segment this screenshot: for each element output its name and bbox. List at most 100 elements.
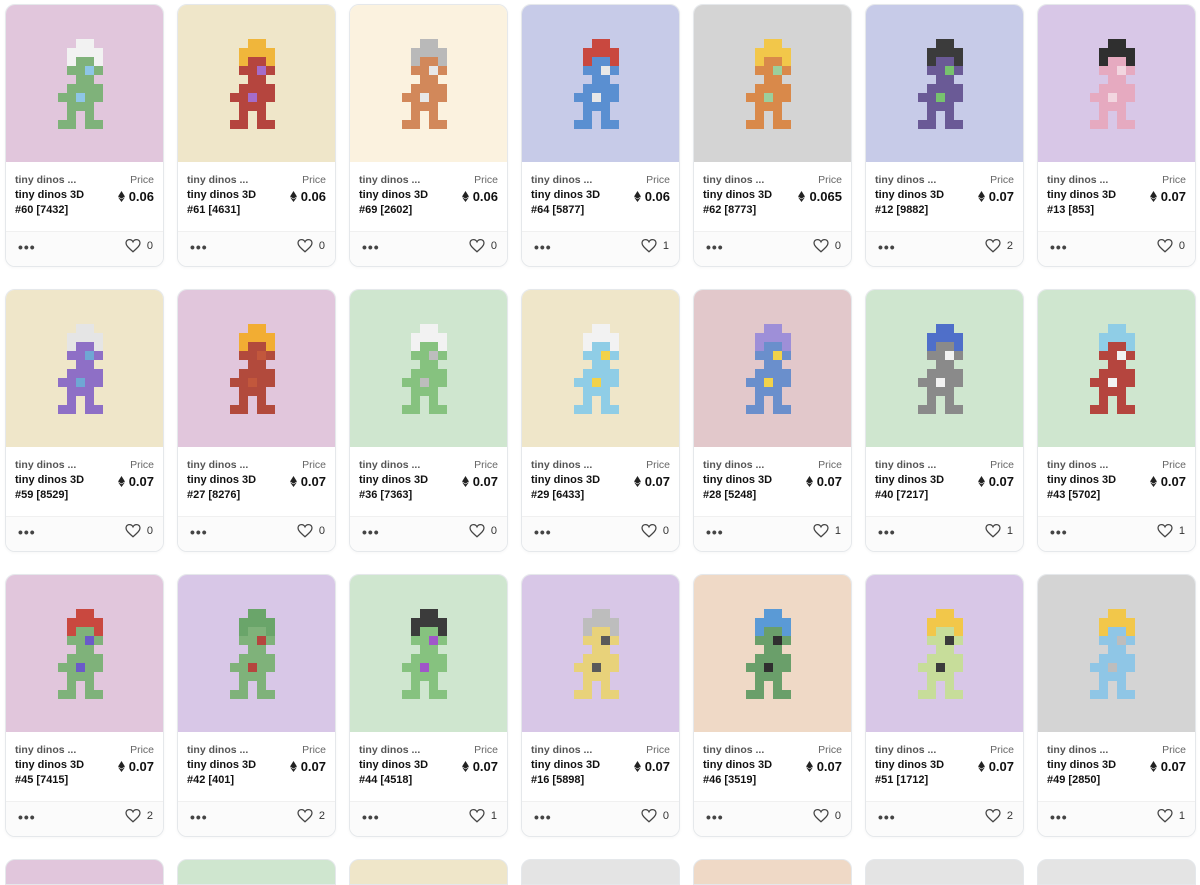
nft-image[interactable] (694, 290, 851, 447)
nft-card[interactable]: tiny dinos ... tiny dinos 3D #45 [7415] … (5, 574, 164, 837)
favorite-button[interactable]: 0 (813, 809, 841, 823)
nft-card[interactable]: tiny dinos ... tiny dinos 3D #16 [5898] … (521, 574, 680, 837)
nft-image[interactable] (694, 5, 851, 162)
nft-card-partial[interactable] (865, 859, 1024, 885)
item-name[interactable]: tiny dinos 3D #27 [8276] (187, 473, 269, 503)
item-name[interactable]: tiny dinos 3D #62 [8773] (703, 188, 785, 218)
nft-card[interactable]: tiny dinos ... tiny dinos 3D #28 [5248] … (693, 289, 852, 552)
collection-name[interactable]: tiny dinos ... (187, 744, 248, 756)
item-name[interactable]: tiny dinos 3D #44 [4518] (359, 758, 441, 788)
nft-image[interactable] (866, 5, 1023, 162)
item-name[interactable]: tiny dinos 3D #51 [1712] (875, 758, 957, 788)
item-name[interactable]: tiny dinos 3D #36 [7363] (359, 473, 441, 503)
item-name[interactable]: tiny dinos 3D #28 [5248] (703, 473, 785, 503)
more-options-button[interactable]: ••• (18, 525, 36, 539)
favorite-button[interactable]: 0 (125, 524, 153, 538)
nft-image[interactable] (1038, 290, 1195, 447)
item-name[interactable]: tiny dinos 3D #69 [2602] (359, 188, 441, 218)
nft-image[interactable] (694, 575, 851, 732)
more-options-button[interactable]: ••• (706, 240, 724, 254)
collection-name[interactable]: tiny dinos ... (15, 744, 76, 756)
nft-card-partial[interactable] (521, 859, 680, 885)
item-name[interactable]: tiny dinos 3D #29 [6433] (531, 473, 613, 503)
more-options-button[interactable]: ••• (534, 240, 552, 254)
favorite-button[interactable]: 1 (469, 809, 497, 823)
favorite-button[interactable]: 2 (985, 239, 1013, 253)
collection-name[interactable]: tiny dinos ... (703, 459, 764, 471)
favorite-button[interactable]: 1 (985, 524, 1013, 538)
nft-card[interactable]: tiny dinos ... tiny dinos 3D #27 [8276] … (177, 289, 336, 552)
more-options-button[interactable]: ••• (18, 240, 36, 254)
more-options-button[interactable]: ••• (706, 525, 724, 539)
nft-card[interactable]: tiny dinos ... tiny dinos 3D #12 [9882] … (865, 4, 1024, 267)
nft-image[interactable] (350, 5, 507, 162)
nft-image[interactable] (522, 5, 679, 162)
nft-image[interactable] (6, 290, 163, 447)
item-name[interactable]: tiny dinos 3D #16 [5898] (531, 758, 613, 788)
item-name[interactable]: tiny dinos 3D #12 [9882] (875, 188, 957, 218)
nft-card-partial[interactable] (5, 859, 164, 885)
more-options-button[interactable]: ••• (1050, 240, 1068, 254)
item-name[interactable]: tiny dinos 3D #61 [4631] (187, 188, 269, 218)
more-options-button[interactable]: ••• (190, 240, 208, 254)
nft-card[interactable]: tiny dinos ... tiny dinos 3D #42 [401] P… (177, 574, 336, 837)
more-options-button[interactable]: ••• (362, 525, 380, 539)
nft-image[interactable] (1038, 575, 1195, 732)
more-options-button[interactable]: ••• (362, 810, 380, 824)
nft-card[interactable]: tiny dinos ... tiny dinos 3D #60 [7432] … (5, 4, 164, 267)
nft-image[interactable] (6, 575, 163, 732)
favorite-button[interactable]: 1 (813, 524, 841, 538)
nft-card-partial[interactable] (1037, 859, 1196, 885)
nft-card[interactable]: tiny dinos ... tiny dinos 3D #36 [7363] … (349, 289, 508, 552)
nft-card-partial[interactable] (349, 859, 508, 885)
nft-card[interactable]: tiny dinos ... tiny dinos 3D #61 [4631] … (177, 4, 336, 267)
nft-card-partial[interactable] (177, 859, 336, 885)
collection-name[interactable]: tiny dinos ... (875, 459, 936, 471)
item-name[interactable]: tiny dinos 3D #13 [853] (1047, 188, 1129, 218)
collection-name[interactable]: tiny dinos ... (187, 174, 248, 186)
nft-image[interactable] (178, 290, 335, 447)
collection-name[interactable]: tiny dinos ... (875, 744, 936, 756)
more-options-button[interactable]: ••• (190, 525, 208, 539)
favorite-button[interactable]: 2 (125, 809, 153, 823)
nft-card[interactable]: tiny dinos ... tiny dinos 3D #51 [1712] … (865, 574, 1024, 837)
item-name[interactable]: tiny dinos 3D #64 [5877] (531, 188, 613, 218)
favorite-button[interactable]: 0 (641, 809, 669, 823)
nft-image[interactable] (1038, 5, 1195, 162)
favorite-button[interactable]: 0 (469, 524, 497, 538)
more-options-button[interactable]: ••• (190, 810, 208, 824)
nft-card[interactable]: tiny dinos ... tiny dinos 3D #40 [7217] … (865, 289, 1024, 552)
nft-image[interactable] (178, 5, 335, 162)
favorite-button[interactable]: 0 (641, 524, 669, 538)
collection-name[interactable]: tiny dinos ... (15, 459, 76, 471)
collection-name[interactable]: tiny dinos ... (1047, 744, 1108, 756)
more-options-button[interactable]: ••• (1050, 525, 1068, 539)
favorite-button[interactable]: 0 (813, 239, 841, 253)
favorite-button[interactable]: 0 (297, 524, 325, 538)
collection-name[interactable]: tiny dinos ... (531, 174, 592, 186)
more-options-button[interactable]: ••• (18, 810, 36, 824)
collection-name[interactable]: tiny dinos ... (531, 744, 592, 756)
nft-card[interactable]: tiny dinos ... tiny dinos 3D #29 [6433] … (521, 289, 680, 552)
more-options-button[interactable]: ••• (534, 810, 552, 824)
item-name[interactable]: tiny dinos 3D #49 [2850] (1047, 758, 1129, 788)
item-name[interactable]: tiny dinos 3D #40 [7217] (875, 473, 957, 503)
nft-card[interactable]: tiny dinos ... tiny dinos 3D #46 [3519] … (693, 574, 852, 837)
more-options-button[interactable]: ••• (362, 240, 380, 254)
collection-name[interactable]: tiny dinos ... (359, 174, 420, 186)
item-name[interactable]: tiny dinos 3D #46 [3519] (703, 758, 785, 788)
nft-image[interactable] (350, 290, 507, 447)
nft-image[interactable] (350, 575, 507, 732)
nft-card[interactable]: tiny dinos ... tiny dinos 3D #43 [5702] … (1037, 289, 1196, 552)
item-name[interactable]: tiny dinos 3D #45 [7415] (15, 758, 97, 788)
nft-card[interactable]: tiny dinos ... tiny dinos 3D #49 [2850] … (1037, 574, 1196, 837)
more-options-button[interactable]: ••• (706, 810, 724, 824)
nft-card[interactable]: tiny dinos ... tiny dinos 3D #64 [5877] … (521, 4, 680, 267)
favorite-button[interactable]: 1 (1157, 809, 1185, 823)
nft-image[interactable] (522, 290, 679, 447)
nft-image[interactable] (178, 575, 335, 732)
collection-name[interactable]: tiny dinos ... (531, 459, 592, 471)
nft-card[interactable]: tiny dinos ... tiny dinos 3D #59 [8529] … (5, 289, 164, 552)
collection-name[interactable]: tiny dinos ... (359, 459, 420, 471)
favorite-button[interactable]: 0 (125, 239, 153, 253)
